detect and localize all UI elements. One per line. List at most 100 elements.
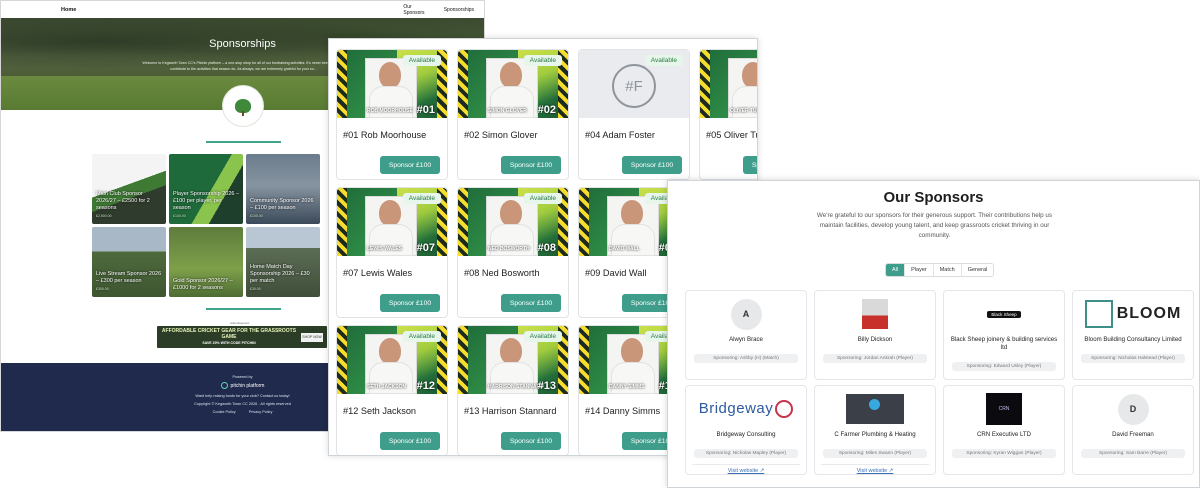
ad-shop-button[interactable]: SHOP NOW xyxy=(301,332,323,342)
our-sponsors-window: Our Sponsors We're grateful to our spons… xyxy=(667,180,1200,488)
player-card[interactable]: OLIVER TURNER#05Available#05 Oliver Turn… xyxy=(699,49,757,180)
sponsor-name: Bridgeway Consulting xyxy=(716,431,776,438)
bloom-logo-text: BLOOM xyxy=(1116,305,1182,322)
photo-player-name: ROB MOORHOUSE xyxy=(367,107,413,114)
nav-sponsorships-link[interactable]: Sponsorships xyxy=(444,7,474,13)
sponsor-initial-avatar: D xyxy=(1117,393,1149,425)
photo-stripe xyxy=(337,326,347,394)
sponsoring-pill: Sponsoring: Ashby (H) (Match) xyxy=(694,354,798,363)
photo-player-name: HARRISON STANNARD xyxy=(488,383,544,390)
sponsor-card[interactable]: BLOOM Bloom Building Consultancy Limited S… xyxy=(1072,290,1194,380)
sponsor-button[interactable]: Sponsor £100 xyxy=(380,156,440,174)
placeholder-initial-icon: #F xyxy=(612,64,656,108)
sponsor-card[interactable]: Billy Dickson Sponsoring: Jordan Ankrah (… xyxy=(814,290,936,380)
player-title: #09 David Wall xyxy=(585,268,647,278)
filter-general[interactable]: General xyxy=(961,264,994,276)
photo-stripe xyxy=(458,50,468,118)
filter-match[interactable]: Match xyxy=(933,264,962,276)
visit-website-link[interactable]: Visit website ↗ xyxy=(815,468,935,474)
visit-website-link[interactable]: Visit website ↗ xyxy=(686,468,806,474)
player-card[interactable]: LEWIS WALES #07 Available #07 Lewis Wales Sp… xyxy=(336,187,448,318)
ad-banner[interactable]: AFFORDABLE CRICKET GEAR FOR THE GRASSROO… xyxy=(157,326,327,348)
sponsor-card[interactable]: CRN CRN Executive LTD Sponsoring: Kyran Wi… xyxy=(943,385,1065,475)
photo-player-number: #01 xyxy=(416,104,435,116)
player-card[interactable]: ROB MOORHOUSE #01 Available #01 Rob Moorhou… xyxy=(336,49,448,180)
sponsoring-pill: Sponsoring: Nicholas Halstead (Player) xyxy=(1081,354,1185,363)
player-card[interactable]: #F Available #04 Adam Foster Sponsor £100 xyxy=(578,49,690,180)
player-card[interactable]: SIMON GLOVER #02 Available #02 Simon Glover… xyxy=(457,49,569,180)
sponsoring-pill: Sponsoring: Sam Barre (Player) xyxy=(1081,449,1185,458)
photo-stripe xyxy=(337,188,347,256)
tile-home-match-day[interactable]: Home Match Day Sponsorship 2026 – £30 pe… xyxy=(246,227,320,297)
sponsor-card[interactable]: D David Freeman Sponsoring: Sam Barre (Pla… xyxy=(1072,385,1194,475)
sponsor-card[interactable]: A Alwyn Brace Sponsoring: Ashby (H) (Match… xyxy=(685,290,807,380)
tile-label: Home Match Day Sponsorship 2026 – £30 pe… xyxy=(250,264,310,291)
player-title: #01 Rob Moorhouse xyxy=(343,130,427,140)
photo-player-name: DANNY SIMMS xyxy=(609,383,645,390)
seal-icon xyxy=(775,400,794,419)
photo-stripe xyxy=(579,188,589,256)
tile-player-sponsorship[interactable]: Player Sponsorship 2026 – £100 per playe… xyxy=(169,154,243,224)
sponsor-button[interactable]: Sponsor £100 xyxy=(743,156,757,174)
sponsoring-pill: Sponsoring: Miles Swann (Player) xyxy=(823,449,927,458)
sponsor-button[interactable]: Sponsor £100 xyxy=(622,156,682,174)
nav-home-link[interactable]: Home xyxy=(61,7,76,13)
player-title: #02 Simon Glover xyxy=(464,130,538,140)
player-title: #07 Lewis Wales xyxy=(343,268,413,278)
photo-head xyxy=(500,62,522,88)
sponsor-button[interactable]: Sponsor £100 xyxy=(380,432,440,450)
sponsor-card[interactable]: Bridgeway Bridgeway Consulting Sponsoring:… xyxy=(685,385,807,475)
sponsor-card[interactable]: C Farmer Plumbing & Heating Sponsoring: M… xyxy=(814,385,936,475)
photo-player-name: DAVID WALL xyxy=(609,245,640,252)
card-divider xyxy=(692,464,800,465)
tile-gold-sponsor[interactable]: Gold Sponsor 2026/27 – £1000 for 2 seaso… xyxy=(169,227,243,297)
player-card[interactable]: SETH JACKSON #12 Available #12 Seth Jackson… xyxy=(336,325,448,455)
sponsor-button[interactable]: Sponsor £100 xyxy=(501,156,561,174)
tile-community-sponsor[interactable]: Community Sponsor 2026 – £100 per season… xyxy=(246,154,320,224)
photo-stripe xyxy=(458,326,468,394)
sponsor-logo: A xyxy=(686,297,806,331)
footer-platform-logo[interactable]: pitchin platform xyxy=(220,382,264,389)
photo-head xyxy=(742,62,757,88)
player-card[interactable]: NED BOSWORTH #08 Available #08 Ned Bosworth… xyxy=(457,187,569,318)
photo-player-number: #12 xyxy=(416,380,435,392)
sponsorship-tiles: Main Club Sponsor 2026/27 – £2500 for 2 … xyxy=(92,154,320,297)
cookie-policy-link[interactable]: Cookie Policy xyxy=(213,410,236,414)
player-card[interactable]: HARRISON STANNARD #13 Available #13 Harriso… xyxy=(457,325,569,455)
player-photo: OLIVER TURNER#05 xyxy=(700,50,757,118)
pitchin-logo-icon xyxy=(220,382,228,389)
bridgeway-logo-text: Bridgeway xyxy=(698,399,774,417)
photo-player-number: #02 xyxy=(537,104,556,116)
green-divider-top xyxy=(206,141,281,143)
nav-our-sponsors-link[interactable]: Our Sponsors xyxy=(403,4,433,16)
photo-player-name: OLIVER TURNER xyxy=(730,107,757,114)
bridgeway-logo: Bridgeway xyxy=(698,399,794,419)
crn-logo: CRN xyxy=(986,393,1022,425)
sponsor-button[interactable]: Sponsor £100 xyxy=(380,294,440,312)
photo-head xyxy=(500,338,522,364)
sponsor-name: David Freeman xyxy=(1112,431,1154,438)
hero-text: Welcome to Kegworth Town CC's Pitchin pl… xyxy=(142,61,345,71)
player-title: #05 Oliver Turner xyxy=(706,130,757,140)
sponsor-button[interactable]: Sponsor £100 xyxy=(501,432,561,450)
tile-main-club-sponsor[interactable]: Main Club Sponsor 2026/27 – £2500 for 2 … xyxy=(92,154,166,224)
sponsoring-pill: Sponsoring: Nicholas Mapley (Player) xyxy=(694,449,798,458)
tile-label: Live Stream Sponsor 2026 – £300 per seas… xyxy=(96,271,162,291)
available-badge: Available xyxy=(523,55,562,66)
player-title: #12 Seth Jackson xyxy=(343,406,417,416)
filter-all[interactable]: All xyxy=(886,264,906,276)
photo-stripe xyxy=(579,326,589,394)
sponsoring-pill: Sponsoring: Jordan Ankrah (Player) xyxy=(823,354,927,363)
photo-player-number: #07 xyxy=(416,242,435,254)
sponsor-name: Alwyn Brace xyxy=(729,336,763,343)
sponsor-initial-avatar: A xyxy=(730,298,762,330)
sponsor-card[interactable]: Black Sheep Black Sheep joinery & buildin… xyxy=(943,290,1065,380)
sponsor-button[interactable]: Sponsor £100 xyxy=(501,294,561,312)
sponsor-name: C Farmer Plumbing & Heating xyxy=(834,431,916,438)
filter-player[interactable]: Player xyxy=(905,264,934,276)
player-title: #08 Ned Bosworth xyxy=(464,268,540,278)
photo-player-name: SETH JACKSON xyxy=(367,383,407,390)
privacy-policy-link[interactable]: Privacy Policy xyxy=(249,410,273,414)
tile-label: Main Club Sponsor 2026/27 – £2500 for 2 … xyxy=(96,191,150,218)
tile-live-stream-sponsor[interactable]: Live Stream Sponsor 2026 – £300 per seas… xyxy=(92,227,166,297)
